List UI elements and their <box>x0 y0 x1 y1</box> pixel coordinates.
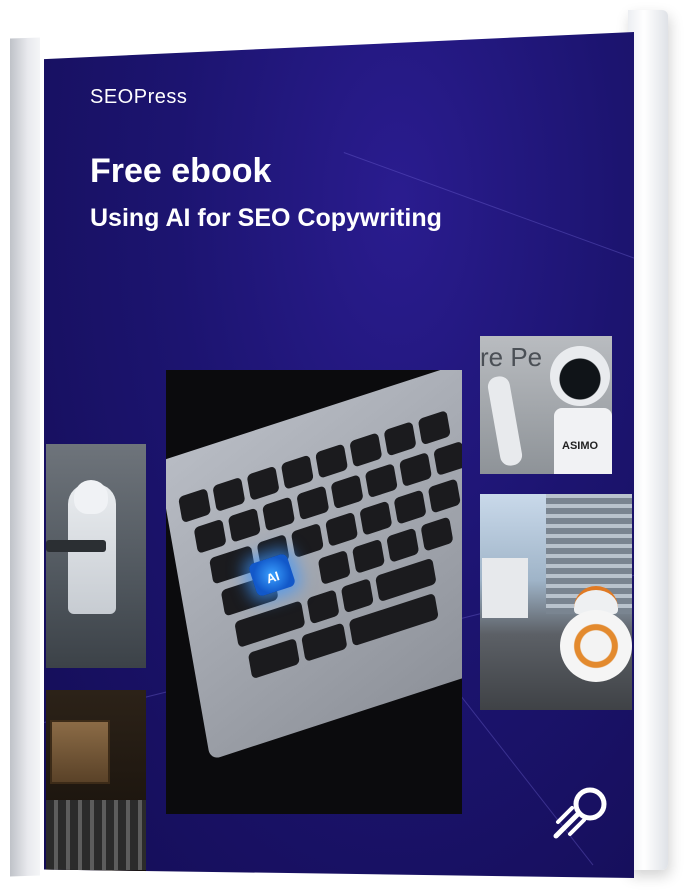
enigma-machine-photo <box>46 690 146 878</box>
keyboard-body <box>166 370 462 761</box>
ebook-mockup: SEOPress Free ebook Using AI for SEO Cop… <box>0 0 690 896</box>
cover-subtitle: Using AI for SEO Copywriting <box>90 204 442 232</box>
ebook-cover: SEOPress Free ebook Using AI for SEO Cop… <box>44 32 634 878</box>
seopress-rocket-icon <box>553 787 607 839</box>
asimo-label: ASIMO <box>562 440 599 452</box>
asimo-wall-text: re Pe <box>480 342 543 372</box>
stormtrooper-photo <box>46 444 146 668</box>
asimo-robot-photo: re Pe ASIMO <box>480 336 612 474</box>
cover-title: Free ebook <box>90 152 272 190</box>
book-pages-edge <box>628 10 668 870</box>
keyboard-photo: AI <box>166 370 462 814</box>
brand-logo: SEOPress <box>90 86 188 108</box>
bb8-robot-photo <box>480 494 632 710</box>
book-spine <box>10 37 40 877</box>
